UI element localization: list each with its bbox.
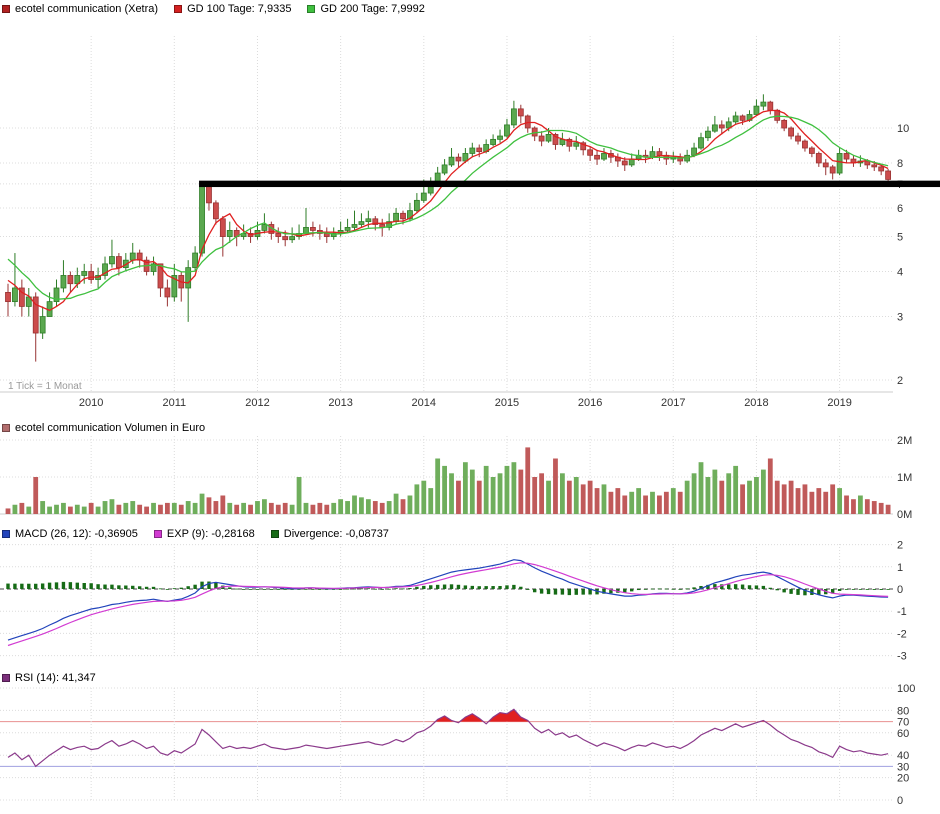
legend-label: ecotel communication Volumen in Euro (15, 422, 205, 434)
series-swatch-icon (2, 530, 10, 538)
price-chart-canvas[interactable]: 1087654322010201120122013201420152016201… (0, 14, 940, 426)
svg-text:80: 80 (897, 705, 909, 717)
svg-text:2012: 2012 (245, 397, 269, 409)
legend-item: ecotel communication (Xetra) (2, 3, 158, 15)
svg-text:2016: 2016 (578, 397, 602, 409)
rsi-chart-canvas[interactable]: 100 807060 403020 0 (0, 684, 940, 810)
svg-text:40: 40 (897, 750, 909, 762)
volume-chart-legend: ecotel communication Volumen in Euro (2, 421, 205, 434)
legend-item: EXP (9): -0,28168 (154, 528, 255, 540)
legend-label: GD 200 Tage: 7,9992 (320, 3, 424, 15)
legend-label: GD 100 Tage: 7,9335 (187, 3, 291, 15)
svg-text:2014: 2014 (412, 397, 436, 409)
svg-text:2015: 2015 (495, 397, 519, 409)
legend-item: ecotel communication Volumen in Euro (2, 422, 205, 434)
legend-item: Divergence: -0,08737 (271, 528, 389, 540)
macd-chart-legend: MACD (26, 12): -0,36905 EXP (9): -0,28168… (2, 527, 389, 540)
tick-interval-note: 1 Tick = 1 Monat (8, 381, 82, 392)
series-swatch-icon (2, 5, 10, 13)
svg-text:2019: 2019 (827, 397, 851, 409)
series-swatch-icon (154, 530, 162, 538)
svg-text:2010: 2010 (79, 397, 103, 409)
svg-text:5: 5 (897, 232, 903, 244)
support-resistance-line (199, 181, 940, 187)
svg-text:10: 10 (897, 123, 909, 135)
legend-label: EXP (9): -0,28168 (167, 528, 255, 540)
svg-text:2011: 2011 (162, 397, 186, 409)
divergence-histogram-layer (6, 582, 890, 596)
svg-text:-3: -3 (897, 651, 907, 663)
series-swatch-icon (174, 5, 182, 13)
svg-text:6: 6 (897, 203, 903, 215)
svg-text:20: 20 (897, 773, 909, 785)
svg-text:3: 3 (897, 312, 903, 324)
series-swatch-icon (2, 424, 10, 432)
svg-text:-1: -1 (897, 606, 907, 618)
svg-text:2017: 2017 (661, 397, 685, 409)
chart-page: ecotel communication (Xetra) GD 100 Tage:… (0, 0, 940, 814)
svg-text:4: 4 (897, 266, 903, 278)
series-swatch-icon (307, 5, 315, 13)
svg-text:0: 0 (897, 795, 903, 807)
series-swatch-icon (271, 530, 279, 538)
svg-text:8: 8 (897, 158, 903, 170)
svg-text:1M: 1M (897, 472, 912, 484)
svg-text:0: 0 (897, 584, 903, 596)
volume-chart-canvas[interactable]: 2M 1M 0M (0, 436, 940, 520)
legend-label: RSI (14): 41,347 (15, 672, 96, 684)
legend-label: MACD (26, 12): -0,36905 (15, 528, 138, 540)
svg-text:1: 1 (897, 562, 903, 574)
svg-text:-2: -2 (897, 628, 907, 640)
svg-text:2018: 2018 (744, 397, 768, 409)
volume-bars-layer (6, 447, 891, 514)
svg-text:30: 30 (897, 761, 909, 773)
svg-text:2M: 2M (897, 436, 912, 447)
svg-text:70: 70 (897, 717, 909, 729)
svg-text:60: 60 (897, 728, 909, 740)
legend-item: GD 200 Tage: 7,9992 (307, 3, 424, 15)
overbought-fill-layer (435, 709, 765, 721)
svg-text:2: 2 (897, 375, 903, 387)
rsi-chart-legend: RSI (14): 41,347 (2, 671, 96, 684)
candles-layer (6, 94, 891, 361)
price-grid-layer: 1087654322010201120122013201420152016201… (0, 36, 909, 409)
svg-text:2: 2 (897, 540, 903, 552)
legend-label: ecotel communication (Xetra) (15, 3, 158, 15)
legend-label: Divergence: -0,08737 (284, 528, 389, 540)
macd-chart-canvas[interactable]: 2 1 0 -1 -2 -3 (0, 540, 940, 664)
svg-text:100: 100 (897, 684, 915, 695)
legend-item: GD 100 Tage: 7,9335 (174, 3, 291, 15)
svg-text:2013: 2013 (328, 397, 352, 409)
legend-item: RSI (14): 41,347 (2, 672, 96, 684)
legend-item: MACD (26, 12): -0,36905 (2, 528, 138, 540)
svg-text:0M: 0M (897, 509, 912, 520)
series-swatch-icon (2, 674, 10, 682)
